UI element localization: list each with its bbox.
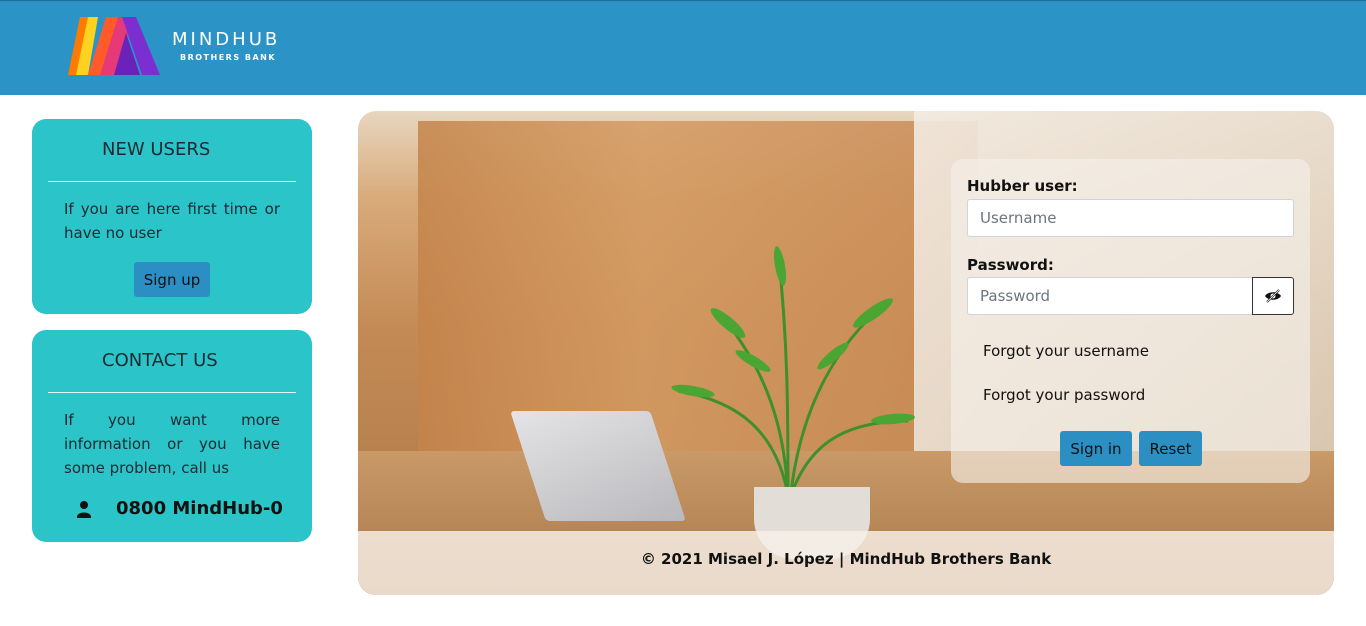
- brand-subtitle: BROTHERS BANK: [180, 53, 277, 62]
- new-users-title: NEW USERS: [102, 139, 211, 160]
- contact-title: CONTACT US: [102, 350, 218, 371]
- card-divider: [48, 392, 296, 393]
- header: MINDHUB BROTHERS BANK: [0, 0, 1366, 95]
- login-panel: Hubber user: Password: Forgot your usern…: [951, 159, 1310, 483]
- password-input[interactable]: [967, 277, 1253, 315]
- plant-illustration: [671, 246, 915, 501]
- phone-number: 0800 MindHub-0: [116, 498, 283, 519]
- brand-name: MINDHUB: [172, 29, 281, 50]
- contact-card: CONTACT US If you want more information …: [32, 330, 312, 542]
- reset-button[interactable]: Reset: [1139, 431, 1202, 466]
- username-input[interactable]: [967, 199, 1294, 237]
- user-icon: [77, 500, 91, 518]
- sign-up-button[interactable]: Sign up: [134, 262, 210, 297]
- new-users-card: NEW USERS If you are here first time or …: [32, 119, 312, 314]
- forgot-username-link[interactable]: Forgot your username: [983, 342, 1149, 360]
- phone-row: 0800 MindHub-0: [76, 498, 283, 519]
- forgot-password-link[interactable]: Forgot your password: [983, 386, 1145, 404]
- new-users-text: If you are here first time or have no us…: [64, 200, 280, 242]
- contact-text: If you want more information or you have…: [64, 411, 280, 477]
- footer-text: © 2021 Misael J. López | MindHub Brother…: [640, 550, 1052, 568]
- logo[interactable]: MINDHUB BROTHERS BANK: [66, 13, 286, 83]
- password-label: Password:: [967, 256, 1054, 274]
- sign-in-button[interactable]: Sign in: [1060, 431, 1132, 466]
- card-divider: [48, 181, 296, 182]
- mindhub-logo-icon: [68, 17, 160, 75]
- eye-slash-icon: [1265, 289, 1281, 303]
- username-label: Hubber user:: [967, 177, 1078, 195]
- toggle-password-button[interactable]: [1252, 277, 1294, 315]
